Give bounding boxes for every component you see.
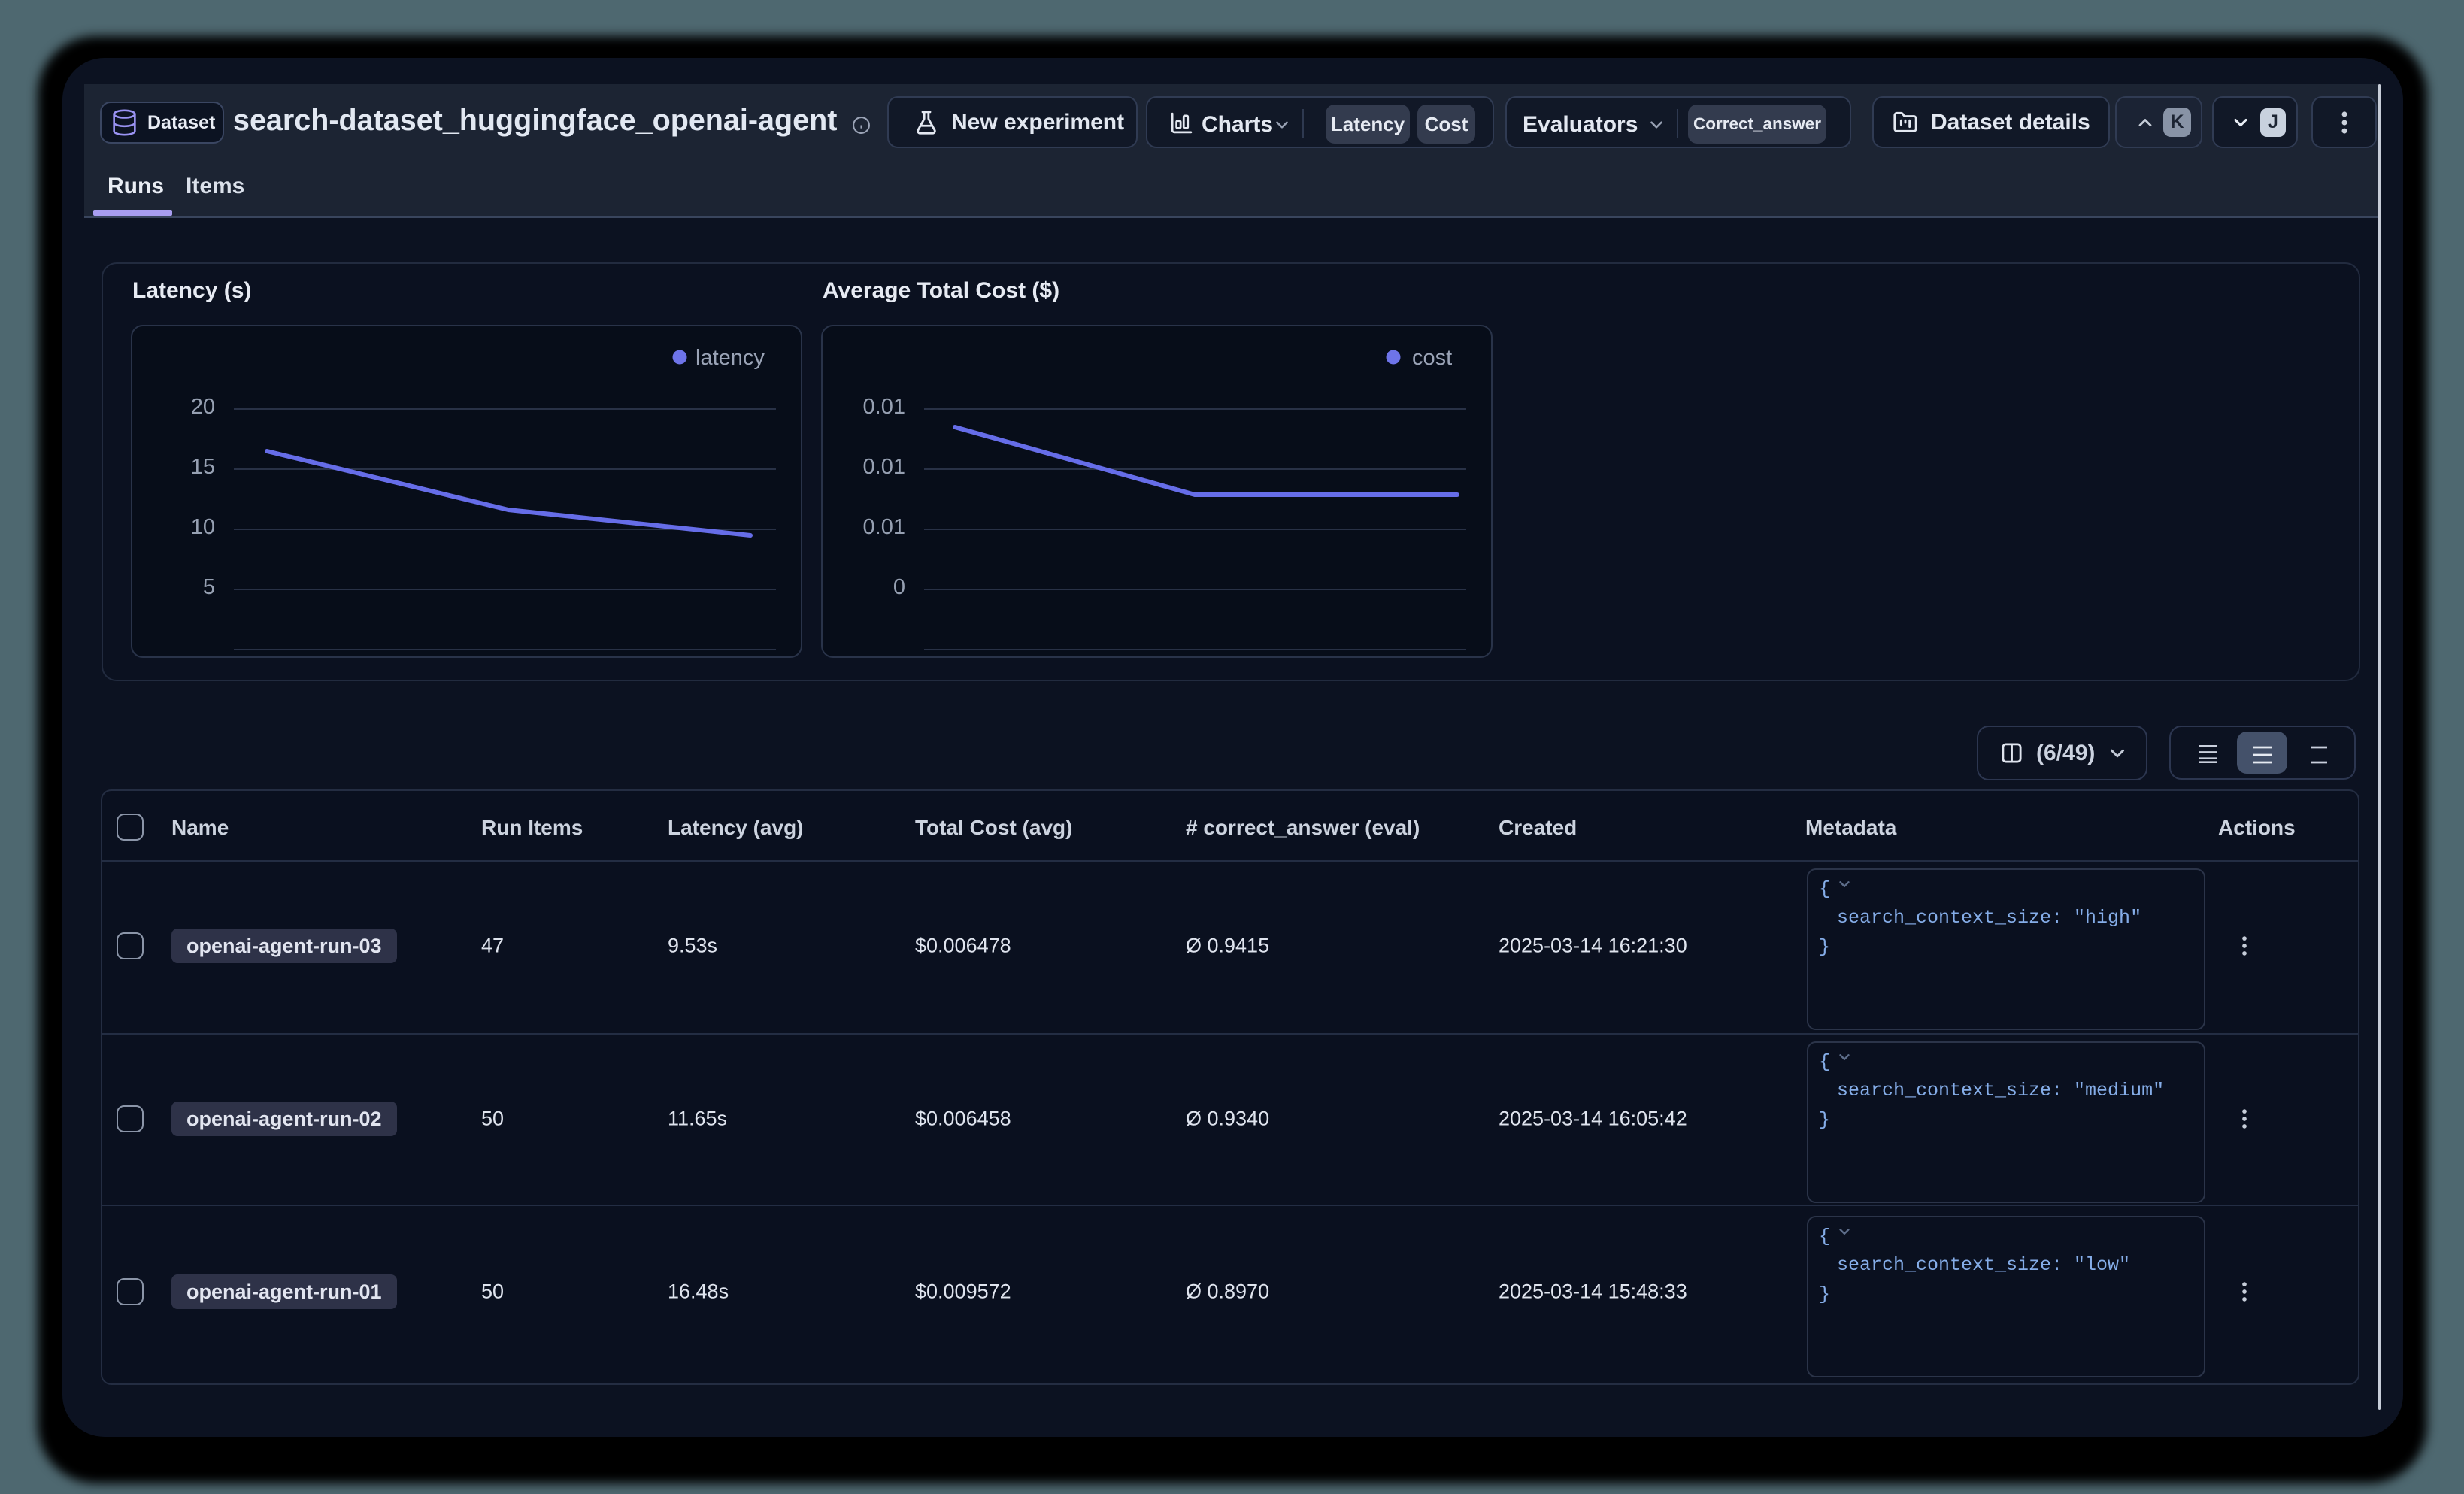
- svg-text:0: 0: [893, 575, 905, 599]
- svg-text:5: 5: [203, 575, 215, 599]
- svg-text:0.01: 0.01: [863, 455, 905, 479]
- svg-text:latency: latency: [696, 346, 765, 370]
- svg-text:0.01: 0.01: [863, 395, 905, 419]
- svg-text:cost: cost: [1412, 346, 1452, 370]
- svg-text:20: 20: [191, 395, 215, 419]
- svg-text:10: 10: [191, 515, 215, 539]
- svg-text:15: 15: [191, 455, 215, 479]
- svg-text:0.01: 0.01: [863, 515, 905, 539]
